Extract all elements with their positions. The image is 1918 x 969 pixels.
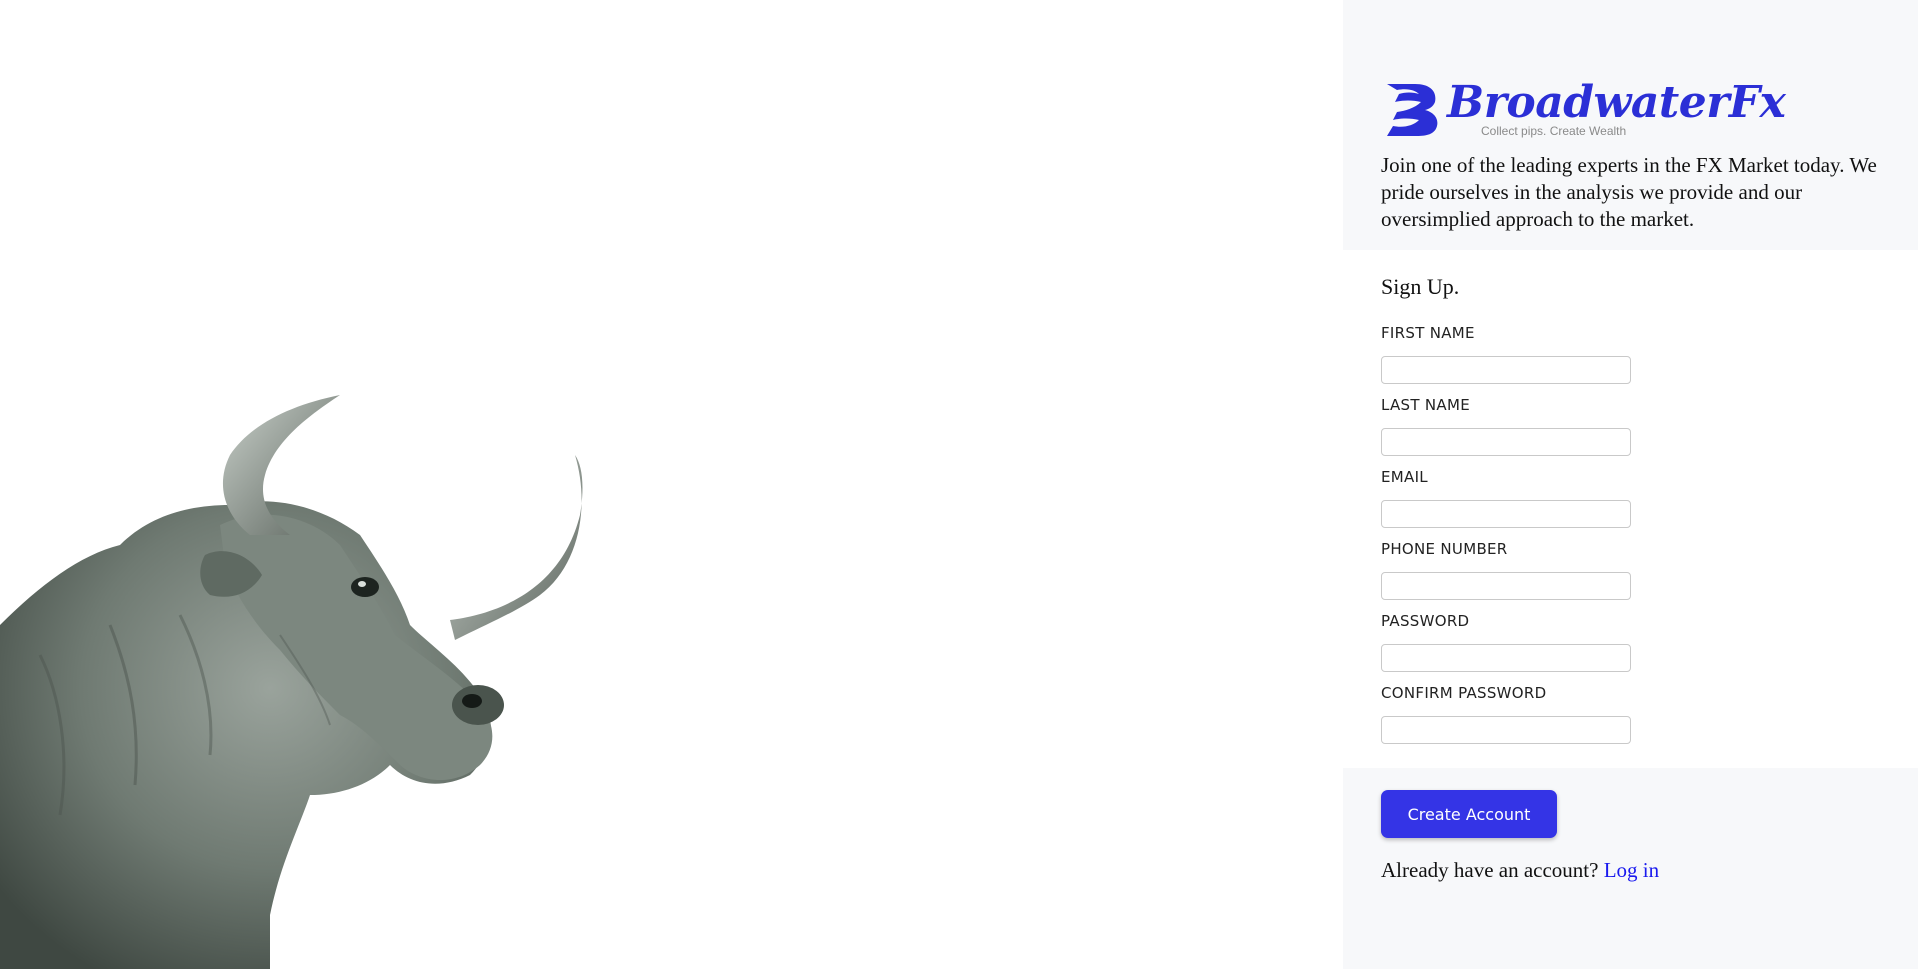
last-name-label: LAST NAME xyxy=(1381,396,1471,414)
email-label: EMAIL xyxy=(1381,468,1428,486)
b-logo-icon xyxy=(1387,84,1438,136)
signup-panel: BroadwaterFx Collect pips. Create Wealth… xyxy=(1343,0,1918,969)
form-title: Sign Up. xyxy=(1381,274,1460,299)
login-prompt-row: Already have an account? Log in xyxy=(1381,858,1659,883)
login-prompt-text: Already have an account? xyxy=(1381,858,1599,882)
first-name-label: FIRST NAME xyxy=(1381,324,1475,342)
password-input[interactable] xyxy=(1381,644,1631,672)
confirm-password-label: CONFIRM PASSWORD xyxy=(1381,684,1547,702)
phone-number-label: PHONE NUMBER xyxy=(1381,540,1508,558)
phone-number-input[interactable] xyxy=(1381,572,1631,600)
hero-section xyxy=(0,0,1343,969)
last-name-input[interactable] xyxy=(1381,428,1631,456)
confirm-password-input[interactable] xyxy=(1381,716,1631,744)
intro-text: Join one of the leading experts in the F… xyxy=(1381,153,1877,231)
password-label: PASSWORD xyxy=(1381,612,1470,630)
brand-tagline: Collect pips. Create Wealth xyxy=(1481,124,1627,138)
brand-logo: BroadwaterFx Collect pips. Create Wealth xyxy=(1381,76,1786,142)
create-account-button[interactable]: Create Account xyxy=(1381,790,1557,838)
email-input[interactable] xyxy=(1381,500,1631,528)
first-name-input[interactable] xyxy=(1381,356,1631,384)
login-link[interactable]: Log in xyxy=(1604,858,1659,882)
bull-illustration xyxy=(0,395,583,969)
brand-name: BroadwaterFx xyxy=(1447,77,1786,128)
